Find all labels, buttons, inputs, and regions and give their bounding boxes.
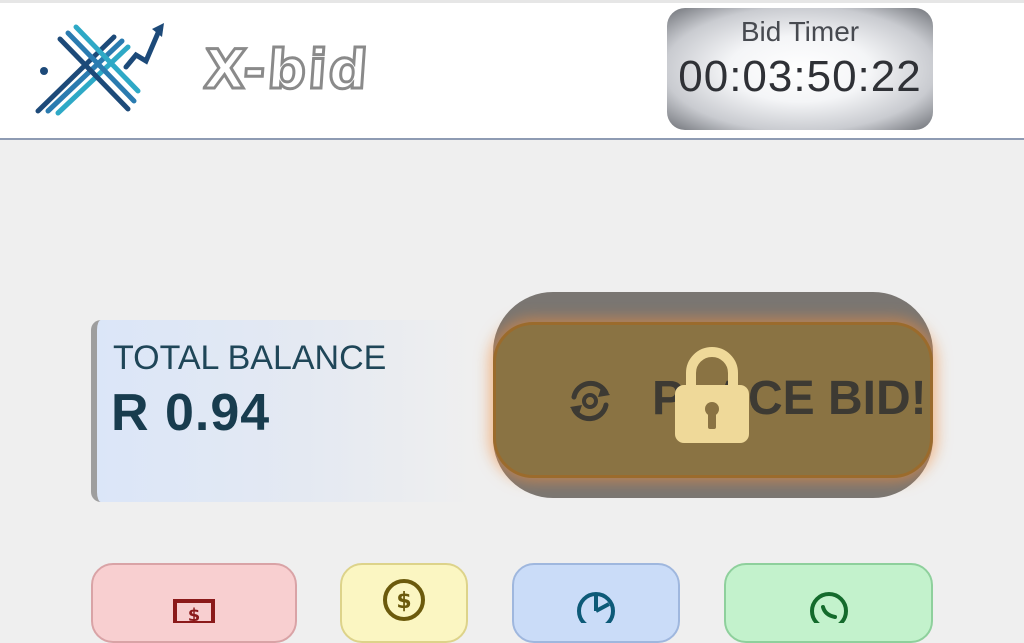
total-balance-card: TOTAL BALANCE R 0.94	[91, 320, 471, 502]
x-arrow-logo-icon[interactable]	[30, 19, 170, 119]
bid-timer-value: 00:03:50:22	[678, 52, 922, 101]
whatsapp-tile[interactable]	[724, 563, 933, 643]
dollar-coin-icon: $	[383, 579, 425, 621]
brand-name: X-bid	[201, 37, 374, 103]
svg-text:$: $	[396, 589, 411, 614]
top-bar: X-bid Bid Timer 00:03:50:22	[0, 0, 1024, 140]
whatsapp-icon	[809, 592, 848, 623]
total-balance-label: TOTAL BALANCE	[113, 339, 387, 377]
chart-tile[interactable]	[512, 563, 680, 643]
dollar-coin-tile[interactable]: $	[340, 563, 468, 643]
total-balance-value: R 0.94	[111, 384, 271, 442]
chart-icon	[577, 592, 615, 623]
padlock-icon	[675, 347, 749, 443]
banknote-icon: $	[173, 599, 215, 623]
svg-text:$: $	[188, 605, 201, 623]
bid-timer-label: Bid Timer	[740, 16, 860, 47]
banknote-tile[interactable]: $	[91, 563, 297, 643]
bid-timer: Bid Timer 00:03:50:22	[667, 8, 933, 130]
refresh-icon	[570, 380, 610, 422]
